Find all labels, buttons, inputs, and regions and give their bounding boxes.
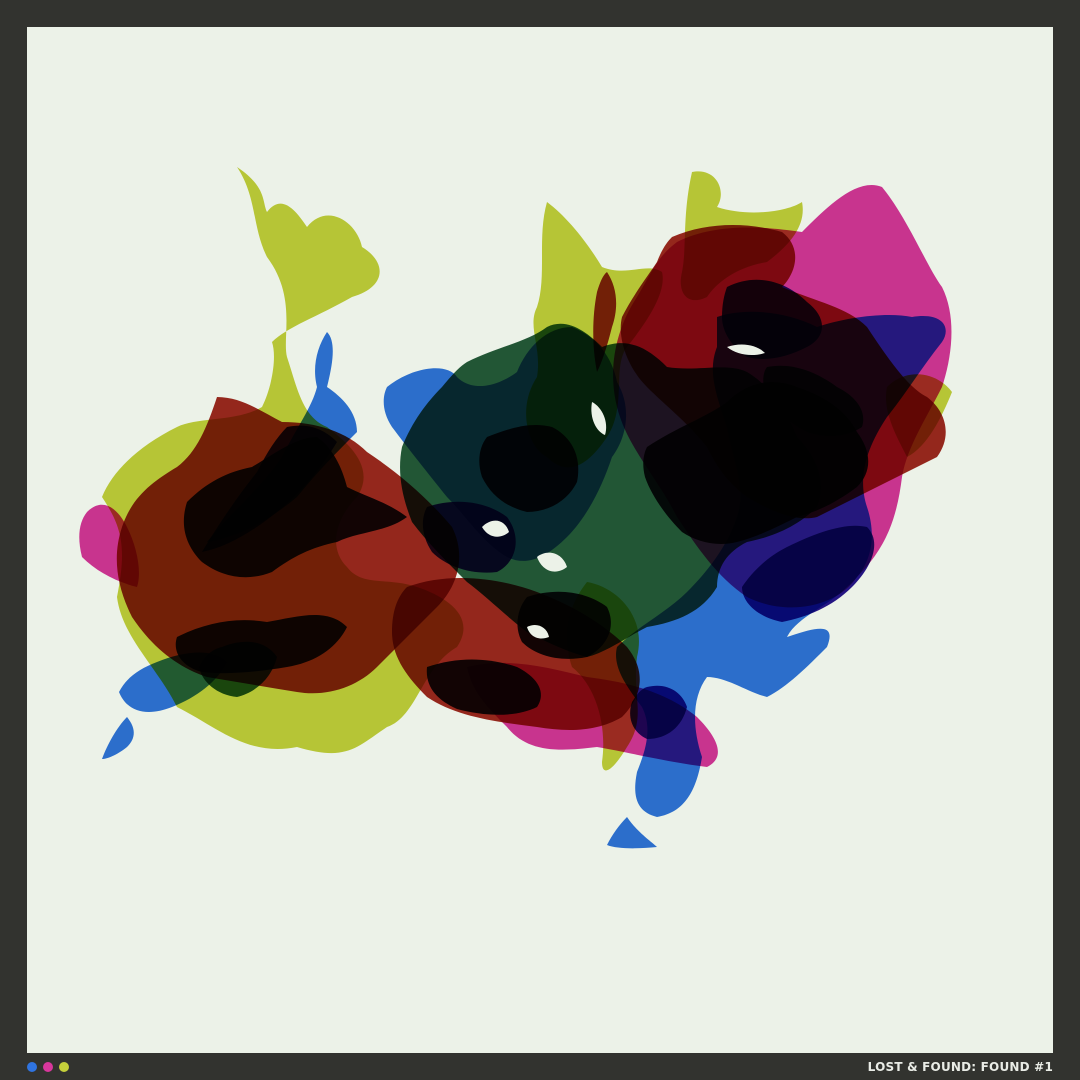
- blue-swatch-dot: [27, 1061, 37, 1072]
- footer-bar: LOST & FOUND: FOUND #1: [27, 1053, 1053, 1080]
- yellow-swatch-dot: [59, 1061, 69, 1072]
- artwork-svg: [79, 167, 952, 849]
- artwork-title: LOST & FOUND: FOUND #1: [867, 1059, 1053, 1074]
- artwork-canvas: [27, 27, 1053, 1053]
- color-swatches: [27, 1061, 69, 1072]
- magenta-swatch-dot: [43, 1061, 53, 1072]
